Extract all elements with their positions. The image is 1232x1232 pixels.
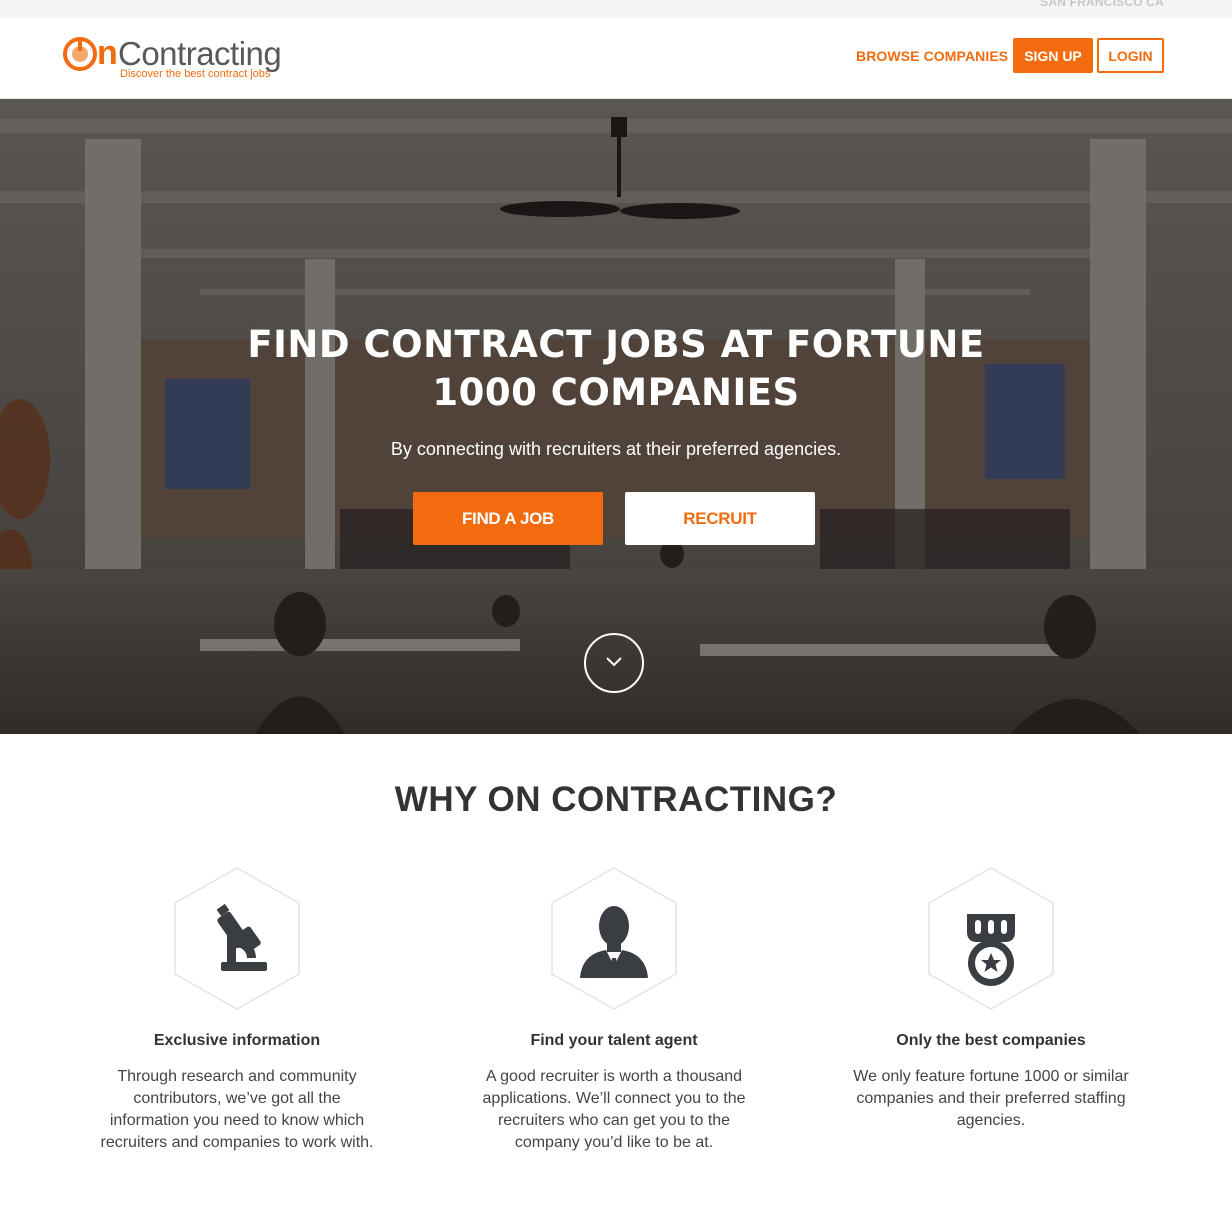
login-button[interactable]: LOGIN xyxy=(1097,38,1164,73)
feature-description: A good recruiter is worth a thousand app… xyxy=(464,1066,764,1154)
feature-line: A good recruiter is worth a thousand xyxy=(485,1068,743,1085)
feature-line: company you’d like to be at. xyxy=(514,1134,714,1151)
microscope-icon xyxy=(174,867,300,1010)
site-header: n Contracting Discover the best contract… xyxy=(0,18,1232,99)
recruit-button[interactable]: RECRUIT xyxy=(625,492,815,545)
feature-title: Exclusive information xyxy=(153,1032,321,1049)
why-section-title: WHY ON CONTRACTING? xyxy=(394,780,838,819)
chevron-down-icon xyxy=(606,657,622,667)
feature-line: recruiters who can get you to the xyxy=(497,1112,731,1129)
sign-up-button[interactable]: SIGN UP xyxy=(1013,38,1093,73)
browse-companies-link[interactable]: BROWSE COMPANIES xyxy=(856,48,1008,64)
businessman-icon xyxy=(551,867,677,1010)
feature-line: recruiters and companies to work with. xyxy=(100,1134,374,1151)
location-label: SAN FRANCISCO CA xyxy=(1040,0,1164,9)
power-logo-icon xyxy=(63,37,97,71)
feature-line: We only feature fortune 1000 or similar xyxy=(853,1068,1129,1085)
feature-line: information you need to know which xyxy=(109,1112,365,1129)
feature-description: Through research and community contribut… xyxy=(87,1066,387,1154)
medal-icon xyxy=(928,867,1054,1010)
feature-title: Only the best companies xyxy=(896,1032,1086,1049)
scroll-down-button[interactable] xyxy=(584,633,644,693)
feature-line: contributors, we’ve got all the xyxy=(133,1090,341,1107)
find-a-job-button[interactable]: FIND A JOB xyxy=(413,492,603,545)
feature-description: We only feature fortune 1000 or similar … xyxy=(841,1066,1141,1132)
hero-title: FIND CONTRACT JOBS AT FORTUNE 1000 COMPA… xyxy=(116,321,1116,417)
site-logo[interactable]: n Contracting Discover the best contract… xyxy=(63,34,323,83)
feature-title: Find your talent agent xyxy=(530,1032,698,1049)
feature-line: Through research and community xyxy=(117,1068,357,1085)
logo-letter: n xyxy=(97,34,118,72)
hero-title-line-2: 1000 COMPANIES xyxy=(432,371,800,414)
feature-line: applications. We’ll connect you to the xyxy=(482,1090,746,1107)
feature-line: agencies. xyxy=(956,1112,1026,1129)
hero-subtitle: By connecting with recruiters at their p… xyxy=(390,439,842,459)
top-strip: SAN FRANCISCO CA xyxy=(0,0,1232,18)
logo-tagline: Discover the best contract jobs xyxy=(120,68,271,80)
hero-section: FIND CONTRACT JOBS AT FORTUNE 1000 COMPA… xyxy=(0,99,1232,734)
feature-line: companies and their preferred staffing xyxy=(856,1090,1126,1107)
hero-title-line-1: FIND CONTRACT JOBS AT FORTUNE xyxy=(247,323,985,366)
